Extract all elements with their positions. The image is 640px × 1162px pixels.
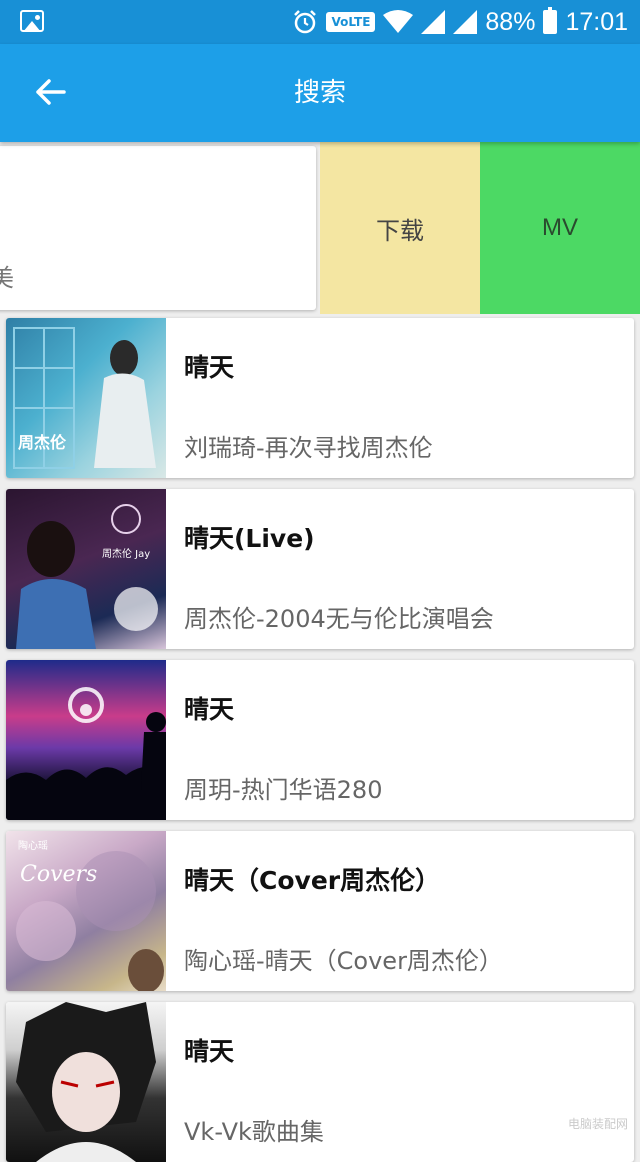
app-bar: 搜索 [0, 44, 640, 142]
song-subtitle: 周杰伦-2004无与伦比演唱会 [184, 599, 494, 634]
swiped-card[interactable]: 美 [0, 146, 316, 310]
page-title: 搜索 [0, 44, 640, 142]
watermark: 电脑装配网 [568, 1115, 628, 1132]
song-item[interactable]: 周杰伦 晴天 刘瑞琦-再次寻找周杰伦 [6, 318, 634, 478]
svg-text:陶心瑶: 陶心瑶 [18, 839, 48, 852]
song-subtitle: 刘瑞琦-再次寻找周杰伦 [184, 428, 433, 463]
song-title: 晴天(Live) [184, 519, 315, 555]
battery-percentage: 88% [485, 8, 535, 37]
cover-art-2: 周杰伦 Jay [6, 489, 166, 649]
swiped-subtitle: 美 [0, 258, 14, 293]
song-item[interactable]: 周杰伦 Jay 晴天(Live) 周杰伦-2004无与伦比演唱会 [6, 489, 634, 649]
song-subtitle: Vk-Vk歌曲集 [184, 1112, 324, 1147]
image-notification-icon [20, 10, 44, 32]
svg-text:周杰伦: 周杰伦 [18, 433, 67, 452]
mv-button[interactable]: MV [480, 142, 640, 314]
wifi-icon [383, 10, 413, 34]
song-subtitle: 陶心瑶-晴天（Cover周杰伦） [184, 941, 503, 976]
svg-text:Covers: Covers [20, 862, 97, 887]
cover-art-5 [6, 1002, 166, 1162]
volte-badge: VoLTE [326, 12, 375, 32]
song-item[interactable]: Covers 陶心瑶 晴天（Cover周杰伦） 陶心瑶-晴天（Cover周杰伦） [6, 831, 634, 991]
status-indicators: VoLTE 88% 17:01 [292, 0, 628, 44]
battery-icon [543, 10, 557, 34]
cover-art-3 [6, 660, 166, 820]
album-cover: 周杰伦 [6, 318, 166, 478]
song-title: 晴天 [184, 1032, 234, 1068]
signal-icon-2 [453, 10, 477, 34]
song-item[interactable]: 晴天 Vk-Vk歌曲集 [6, 1002, 634, 1162]
status-bar: VoLTE 88% 17:01 [0, 0, 640, 44]
download-button[interactable]: 下载 [320, 142, 480, 314]
album-cover [6, 1002, 166, 1162]
album-cover [6, 660, 166, 820]
svg-text:周杰伦 Jay: 周杰伦 Jay [102, 547, 150, 560]
album-cover: Covers 陶心瑶 [6, 831, 166, 991]
song-title: 晴天（Cover周杰伦） [184, 861, 440, 897]
cover-art-4: Covers 陶心瑶 [6, 831, 166, 991]
cover-art-1: 周杰伦 [6, 318, 166, 478]
song-subtitle: 周玥-热门华语280 [184, 770, 382, 805]
song-title: 晴天 [184, 348, 234, 384]
signal-icon [421, 10, 445, 34]
clock: 17:01 [565, 8, 628, 37]
song-title: 晴天 [184, 690, 234, 726]
song-item[interactable]: 晴天 周玥-热门华语280 [6, 660, 634, 820]
album-cover: 周杰伦 Jay [6, 489, 166, 649]
swiped-list-item[interactable]: 美 下载 MV [0, 142, 640, 314]
alarm-icon [292, 9, 318, 35]
